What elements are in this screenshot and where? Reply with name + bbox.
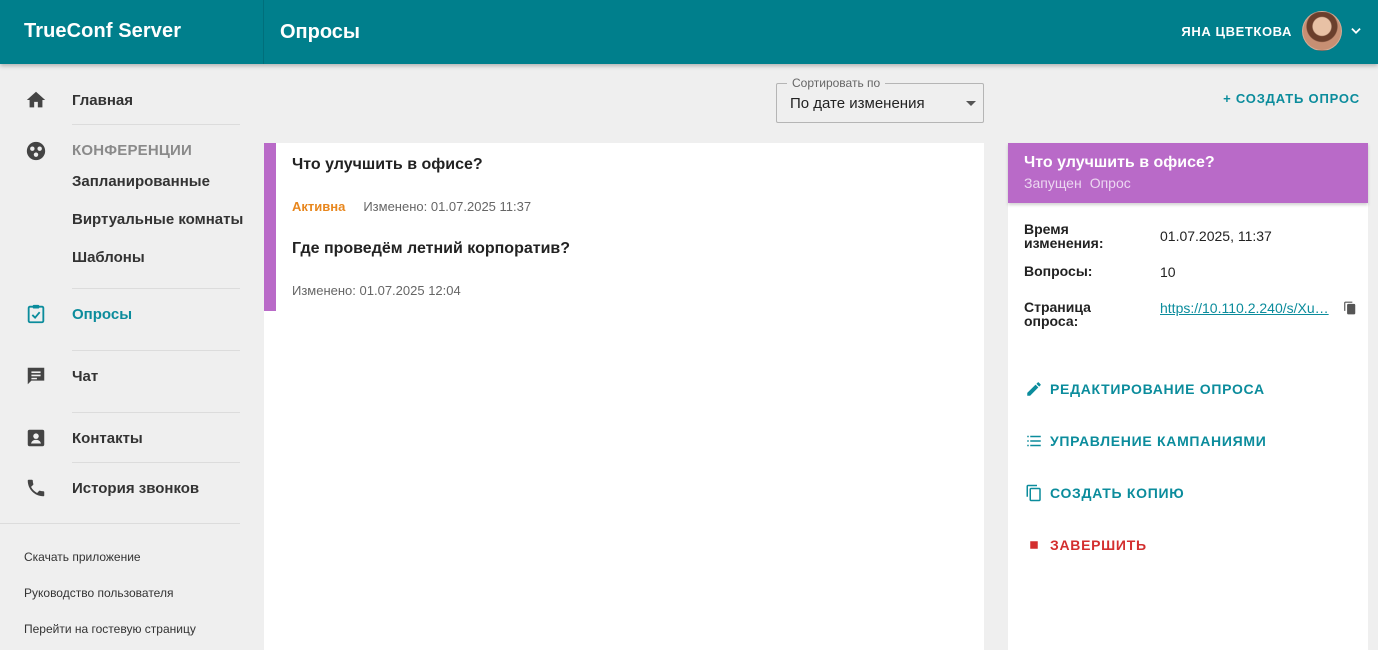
user-name[interactable]: ЯНА ЦВЕТКОВА xyxy=(1181,24,1292,39)
questions-value: 10 xyxy=(1160,264,1176,280)
sidebar-item-polls[interactable]: Опросы xyxy=(0,302,240,326)
sidebar-item-virtual-rooms[interactable]: Виртуальные комнаты xyxy=(72,211,243,228)
sidebar-item-chat[interactable]: Чат xyxy=(0,364,240,388)
chat-icon xyxy=(24,364,48,388)
sidebar-item-label: Чат xyxy=(72,367,99,385)
brand-divider xyxy=(263,0,264,64)
sidebar-item-templates[interactable]: Шаблоны xyxy=(72,249,145,266)
user-menu[interactable]: ЯНА ЦВЕТКОВА xyxy=(1181,9,1364,53)
list-icon xyxy=(1024,431,1044,451)
divider xyxy=(72,288,240,289)
finish-poll-button[interactable]: ЗАВЕРШИТЬ xyxy=(1024,533,1147,557)
sidebar-item-scheduled[interactable]: Запланированные xyxy=(72,173,210,190)
sort-label: Сортировать по xyxy=(787,76,886,90)
divider xyxy=(72,124,240,125)
edit-icon xyxy=(1024,379,1044,399)
divider xyxy=(72,350,240,351)
poll-meta: Изменено: 01.07.2025 12:04 xyxy=(292,283,461,298)
finish-poll-label: ЗАВЕРШИТЬ xyxy=(1050,537,1147,553)
poll-page-key: Страница опроса: xyxy=(1024,299,1091,329)
poll-list: Что улучшить в офисе? Активна Изменено: … xyxy=(264,143,984,650)
stop-icon xyxy=(1024,535,1044,555)
sidebar-item-contacts[interactable]: Контакты xyxy=(0,426,240,450)
poll-modified: Изменено: 01.07.2025 11:37 xyxy=(363,199,532,214)
poll-page-link[interactable]: https://10.110.2.240/s/Xu… xyxy=(1160,300,1334,316)
download-app-link[interactable]: Скачать приложение xyxy=(24,550,141,564)
poll-modified: Изменено: 01.07.2025 12:04 xyxy=(292,283,461,298)
edit-poll-label: РЕДАКТИРОВАНИЕ ОПРОСА xyxy=(1050,381,1265,397)
sidebar-item-label: Контакты xyxy=(72,429,143,447)
sidebar: Главная КОНФЕРЕНЦИИ Запланированные Вирт… xyxy=(0,64,264,650)
duplicate-poll-label: СОЗДАТЬ КОПИЮ xyxy=(1050,485,1185,501)
poll-detail-panel: Что улучшить в офисе? Запущен Опрос Врем… xyxy=(1008,143,1368,650)
sort-value[interactable]: По дате изменения xyxy=(790,95,925,112)
sort-select[interactable]: Сортировать по По дате изменения xyxy=(776,76,984,123)
poll-title[interactable]: Где проведём летний корпоратив? xyxy=(292,240,570,258)
divider xyxy=(0,523,240,524)
questions-key: Вопросы: xyxy=(1024,263,1093,279)
duplicate-poll-button[interactable]: СОЗДАТЬ КОПИЮ xyxy=(1024,481,1184,505)
guest-page-link[interactable]: Перейти на гостевую страницу xyxy=(24,622,196,636)
sidebar-item-label: История звонков xyxy=(72,479,200,497)
divider xyxy=(72,412,240,413)
divider xyxy=(72,462,240,463)
detail-header: Что улучшить в офисе? Запущен Опрос xyxy=(1008,143,1368,203)
selected-poll-indicator xyxy=(264,143,276,311)
detail-title: Что улучшить в офисе? xyxy=(1024,154,1215,171)
avatar[interactable] xyxy=(1302,11,1342,51)
modified-key: Время изменения: xyxy=(1024,221,1104,251)
user-guide-link[interactable]: Руководство пользователя xyxy=(24,586,173,600)
sidebar-section-label: КОНФЕРЕНЦИИ xyxy=(72,142,193,159)
contacts-icon xyxy=(24,426,48,450)
create-poll-button[interactable]: + СОЗДАТЬ ОПРОС xyxy=(1223,91,1360,106)
copy-icon[interactable] xyxy=(1342,300,1358,316)
sidebar-item-call-history[interactable]: История звонков xyxy=(0,476,240,500)
brand-title[interactable]: TrueConf Server xyxy=(24,20,181,43)
manage-campaigns-button[interactable]: УПРАВЛЕНИЕ КАМПАНИЯМИ xyxy=(1024,429,1266,453)
poll-meta: Активна Изменено: 01.07.2025 11:37 xyxy=(292,199,531,214)
chevron-down-icon[interactable] xyxy=(1348,23,1364,39)
sidebar-item-home[interactable]: Главная xyxy=(0,88,240,112)
home-icon xyxy=(24,88,48,112)
detail-kind: Опрос xyxy=(1089,175,1131,191)
phone-icon xyxy=(24,476,48,500)
detail-state: Запущен xyxy=(1024,175,1082,191)
poll-icon xyxy=(24,302,48,326)
poll-title[interactable]: Что улучшить в офисе? xyxy=(292,156,483,174)
conference-icon xyxy=(24,139,48,163)
edit-poll-button[interactable]: РЕДАКТИРОВАНИЕ ОПРОСА xyxy=(1024,377,1265,401)
sidebar-item-label: Главная xyxy=(72,91,134,109)
manage-campaigns-label: УПРАВЛЕНИЕ КАМПАНИЯМИ xyxy=(1050,433,1267,449)
top-bar: TrueConf Server Опросы ЯНА ЦВЕТКОВА xyxy=(0,0,1378,64)
page-title: Опросы xyxy=(280,21,361,43)
duplicate-icon xyxy=(1024,483,1044,503)
sidebar-item-label: Опросы xyxy=(72,305,133,323)
status-badge: Активна xyxy=(292,199,346,214)
dropdown-arrow-icon[interactable] xyxy=(966,101,976,106)
modified-value: 01.07.2025, 11:37 xyxy=(1160,228,1272,244)
detail-subtitle: Запущен Опрос xyxy=(1024,175,1131,191)
